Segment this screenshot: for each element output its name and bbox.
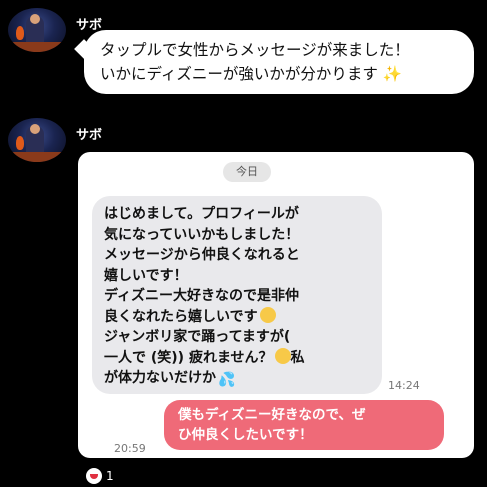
received-message-bubble: はじめまして。プロフィールが 気になっていいかもしました！ メッセージから仲良く…: [92, 196, 382, 394]
received-text-line: ジャンボリ家で踊ってますが(: [104, 329, 291, 345]
received-text-line: 一人で (笑)) 疲れません？私: [104, 347, 305, 366]
sent-text-line: 僕もディズニー好きなので、ぜ: [178, 407, 366, 423]
smirk-emoji-icon: [259, 306, 276, 323]
received-text-line: メッセージから仲良くなれると: [104, 247, 300, 263]
sent-text-line: ひ仲良くしたいです！: [178, 427, 313, 443]
received-text-line: 良くなれたら嬉しいです: [104, 306, 370, 328]
sparkles-icon: ✨: [382, 65, 403, 83]
message-text-line: タップルで女性からメッセージが来ました！: [100, 41, 410, 59]
received-text-line: 嬉しいです！: [104, 267, 188, 284]
message-bubble: タップルで女性からメッセージが来ました！ いかにディズニーが強いかが分かります …: [84, 30, 474, 94]
laughing-emoji-icon: [274, 347, 291, 364]
reaction-button[interactable]: 1: [86, 467, 114, 485]
sent-timestamp: 20:59: [114, 442, 146, 455]
laughing-face-icon: [86, 468, 102, 484]
received-text-line: ディズニー大好きなので是非仲: [104, 288, 300, 304]
chat-screenshot-image[interactable]: 今日 はじめまして。プロフィールが 気になっていいかもしました！ メッセージから…: [78, 152, 474, 458]
reaction-count: 1: [106, 469, 114, 483]
avatar[interactable]: [8, 8, 66, 52]
received-text-line: はじめまして。プロフィールが: [104, 206, 299, 222]
sweat-drops-emoji-icon: 💦: [218, 372, 236, 388]
received-timestamp: 14:24: [388, 379, 420, 392]
received-text-line: が体力ないだけか 💦: [104, 368, 370, 391]
received-text-line: 気になっていいかもしました！: [104, 226, 300, 243]
sent-message-bubble: 僕もディズニー好きなので、ぜ ひ仲良くしたいです！: [164, 400, 444, 450]
avatar[interactable]: [8, 118, 66, 162]
username[interactable]: サボ: [76, 124, 102, 143]
message-text-line: いかにディズニーが強いかが分かります ✨: [100, 65, 403, 83]
date-separator: 今日: [223, 162, 271, 182]
